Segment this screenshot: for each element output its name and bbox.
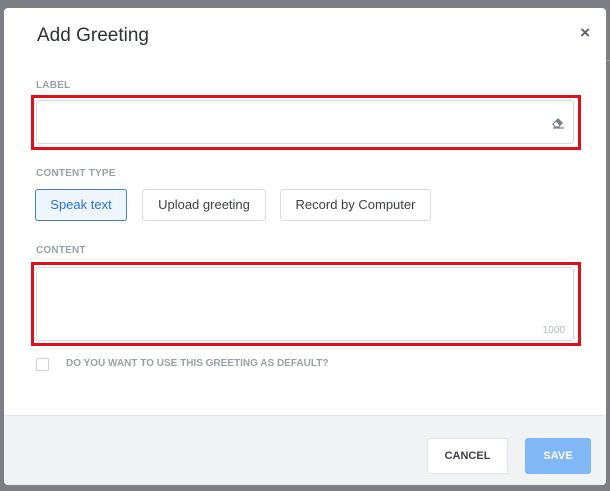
dialog-title: Add Greeting [37, 25, 149, 46]
label-field-heading: LABEL [36, 80, 71, 91]
dialog-header: Add Greeting × [4, 8, 606, 62]
default-greeting-label: DO YOU WANT TO USE THIS GREETING AS DEFA… [66, 358, 329, 369]
label-input[interactable] [45, 101, 549, 143]
record-by-computer-button[interactable]: Record by Computer [280, 189, 431, 221]
speak-text-button[interactable]: Speak text [35, 189, 127, 221]
content-textarea[interactable] [45, 274, 569, 328]
content-field-heading: CONTENT [36, 245, 86, 256]
upload-greeting-button[interactable]: Upload greeting [142, 189, 266, 221]
content-field[interactable]: 1000 [36, 267, 574, 341]
cancel-button[interactable]: CANCEL [427, 438, 508, 474]
content-type-heading: CONTENT TYPE [36, 168, 116, 179]
default-greeting-checkbox[interactable] [36, 358, 49, 371]
label-field[interactable] [36, 100, 574, 144]
dialog-footer: CANCEL SAVE [4, 415, 606, 485]
char-count: 1000 [542, 325, 565, 336]
eraser-icon[interactable] [551, 115, 565, 129]
close-icon[interactable]: × [580, 23, 590, 43]
add-greeting-dialog: Add Greeting × LABEL CONTENT TYPE Speak … [4, 8, 606, 485]
save-button[interactable]: SAVE [525, 438, 591, 474]
